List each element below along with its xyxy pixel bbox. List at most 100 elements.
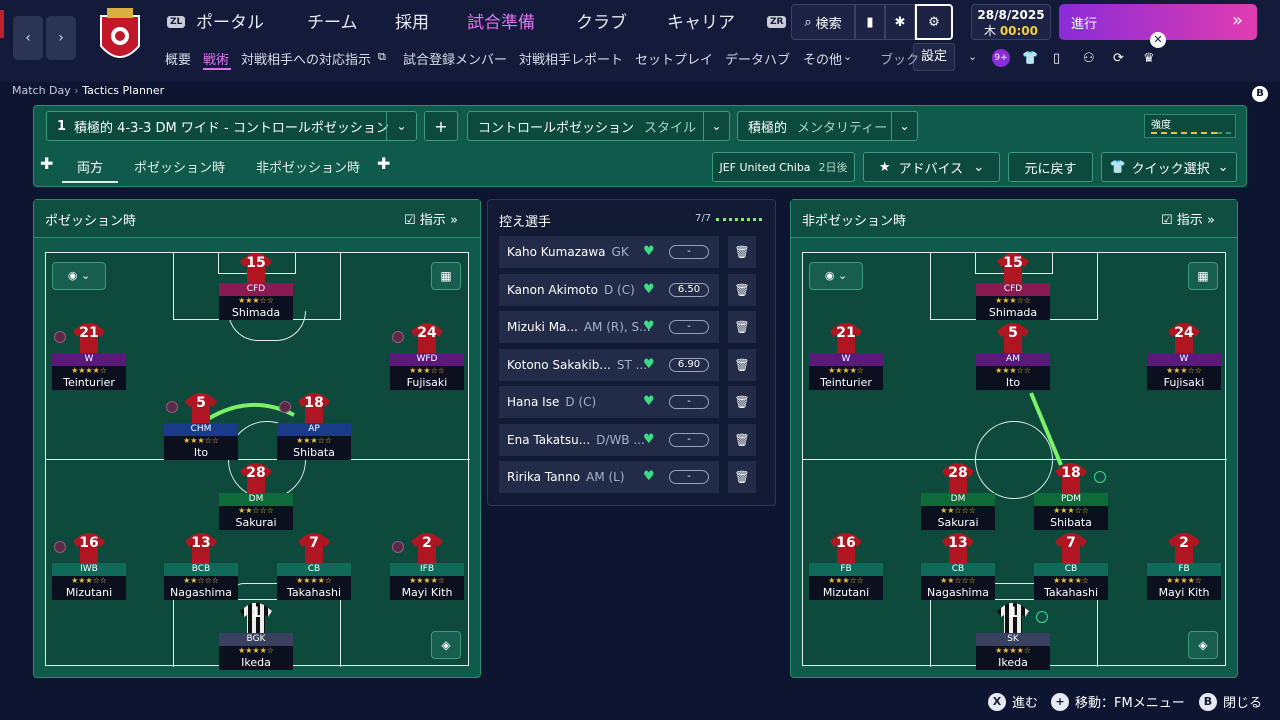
player-card[interactable]: 15 CFD ★★★☆☆ Shimada <box>219 253 293 329</box>
player-card[interactable]: 24 W ★★★☆☆ Fujisaki <box>1147 323 1221 399</box>
bug-button[interactable]: ✱ <box>885 4 915 40</box>
subnav-overview[interactable]: 概要 <box>165 49 191 68</box>
back-button[interactable]: ‹ <box>13 16 43 60</box>
remove-sub-button[interactable]: 🗑 <box>728 348 756 381</box>
trophy-icon[interactable]: ♛ <box>1143 51 1155 66</box>
sub-row[interactable]: Kanon Akimoto D (C) ♥ 6.50 <box>499 273 719 306</box>
settings-button[interactable]: ⚙ <box>915 4 953 40</box>
trash-icon: 🗑 <box>734 432 750 447</box>
subnav-opposition-instructions[interactable]: 対戦相手への対応指示 <box>241 49 371 68</box>
sub-rating: - <box>669 320 709 334</box>
player-name: Ikeda <box>976 656 1050 670</box>
tab-out-of-possession[interactable]: 非ポゼッション時 <box>256 157 360 176</box>
instructions-button[interactable]: ☑ 指示 » <box>404 209 458 228</box>
instructions-button[interactable]: ☑ 指示 » <box>1161 209 1215 228</box>
player-card[interactable]: 24 WFD ★★★☆☆ Fujisaki <box>390 323 464 399</box>
plus-icon: + <box>434 116 448 136</box>
notification-badge[interactable]: 9+ <box>992 49 1010 67</box>
player-stars: ★★★☆☆ <box>52 576 126 586</box>
sub-row[interactable]: Kotono Sakakib... ST ... ♥ 6.90 <box>499 348 719 381</box>
sub-position: GK <box>611 245 629 259</box>
sub-row[interactable]: Kaho Kumazawa GK ♥ - <box>499 236 719 268</box>
player-stars: ★★☆☆☆ <box>164 576 238 586</box>
player-number: 15 <box>246 255 266 271</box>
player-card[interactable]: 1 BGK ★★★★☆ Ikeda <box>219 603 293 679</box>
advice-button[interactable]: ★ アドバイス ⌄ <box>863 152 1000 182</box>
footer-move[interactable]: + 移動：FMメニュー <box>1051 692 1185 711</box>
player-card[interactable]: 21 W ★★★★☆ Teinturier <box>52 323 126 399</box>
player-card[interactable]: 13 CB ★★☆☆☆ Nagashima <box>921 533 995 609</box>
subnav-set-pieces[interactable]: セットプレイ <box>635 49 713 68</box>
player-card[interactable]: 28 DM ★★☆☆☆ Sakurai <box>219 463 293 539</box>
shirt-icon[interactable]: 👕 <box>1022 51 1038 66</box>
subnav-more[interactable]: その他 <box>803 49 842 68</box>
mentality-selector[interactable]: 積極的 メンタリティー ⌄ <box>737 111 918 141</box>
forward-button[interactable]: › <box>46 16 76 60</box>
people-icon[interactable]: ⚇ <box>1083 51 1095 66</box>
player-stars: ★★★★☆ <box>277 576 351 586</box>
player-card[interactable]: 16 IWB ★★★☆☆ Mizutani <box>52 533 126 609</box>
player-card[interactable]: 18 AP ★★★☆☆ Shibata <box>277 393 351 469</box>
phone-icon[interactable]: ▯ <box>1053 51 1060 66</box>
zr-button-icon: ZR <box>767 16 787 28</box>
player-number: 16 <box>836 535 856 551</box>
player-card[interactable]: 16 FB ★★★☆☆ Mizutani <box>809 533 883 609</box>
nav-team[interactable]: チーム <box>307 8 358 33</box>
remove-sub-button[interactable]: 🗑 <box>728 236 756 268</box>
remove-sub-button[interactable]: 🗑 <box>728 386 756 418</box>
remove-sub-button[interactable]: 🗑 <box>728 273 756 306</box>
nav-career[interactable]: キャリア <box>667 8 735 33</box>
subnav-data-hub[interactable]: データハブ <box>725 49 790 68</box>
refresh-icon[interactable]: ⟳ <box>1113 51 1124 66</box>
remove-sub-button[interactable]: 🗑 <box>728 311 756 343</box>
player-status-icon <box>54 331 66 343</box>
tab-both[interactable]: 両方 <box>77 157 103 176</box>
subnav-opposition-report[interactable]: 対戦相手レポート <box>519 49 623 68</box>
sub-row[interactable]: Ena Takatsu... D/WB ... ♥ - <box>499 423 719 456</box>
remove-sub-button[interactable]: 🗑 <box>728 461 756 493</box>
player-card[interactable]: 1 SK ★★★★☆ Ikeda <box>976 603 1050 679</box>
player-card[interactable]: 7 CB ★★★★☆ Takahashi <box>1034 533 1108 609</box>
bookmark-button[interactable]: ▮ <box>855 4 885 40</box>
search-button[interactable]: ⌕ 検索 <box>791 4 855 40</box>
remove-sub-button[interactable]: 🗑 <box>728 423 756 456</box>
player-card[interactable]: 2 FB ★★★★☆ Mayi Kith <box>1147 533 1221 609</box>
player-card[interactable]: 5 AM ★★★☆☆ Ito <box>976 323 1050 399</box>
player-card[interactable]: 2 IFB ★★★★☆ Mayi Kith <box>390 533 464 609</box>
star-icon: ★ <box>878 159 891 175</box>
style-selector[interactable]: コントロールポゼッション スタイル ⌄ <box>467 111 730 141</box>
date-display[interactable]: 28/8/2025 木 00:00 <box>971 4 1051 40</box>
nav-club[interactable]: クラブ <box>576 8 627 33</box>
player-status-icon <box>279 401 291 413</box>
add-tactic-button[interactable]: + <box>424 111 458 141</box>
player-card[interactable]: 21 W ★★★★☆ Teinturier <box>809 323 883 399</box>
footer-close[interactable]: B 閉じる <box>1199 692 1262 711</box>
sub-row[interactable]: Ririka Tanno AM (L) ♥ - <box>499 461 719 493</box>
subs-count-dots <box>716 218 762 221</box>
tab-in-possession[interactable]: ポゼッション時 <box>134 157 225 176</box>
panel-title: ポゼッション時 <box>45 214 137 229</box>
panel-title: 非ポゼッション時 <box>802 214 907 229</box>
sub-row[interactable]: Mizuki Ma... AM (R), S... ♥ - <box>499 311 719 343</box>
player-card[interactable]: 13 BCB ★★☆☆☆ Nagashima <box>164 533 238 609</box>
player-card[interactable]: 28 DM ★★☆☆☆ Sakurai <box>921 463 995 539</box>
nav-portal[interactable]: ポータル <box>196 8 264 33</box>
subnav-tactics[interactable]: 戦術 <box>203 49 229 68</box>
footer-advance[interactable]: X 進む <box>988 692 1038 711</box>
player-card[interactable]: 18 PDM ★★★☆☆ Shibata <box>1034 463 1108 539</box>
player-card[interactable]: 15 CFD ★★★☆☆ Shimada <box>976 253 1050 329</box>
sub-name: Kotono Sakakib... <box>507 357 611 372</box>
subnav-squad-selection[interactable]: 試合登録メンバー <box>403 49 507 68</box>
revert-button[interactable]: 元に戻す <box>1008 152 1093 182</box>
tactic-selector[interactable]: 1 積極的 4-3-3 DM ワイド - コントロールポゼッション ⌄ <box>46 111 417 141</box>
subnav-bookmark[interactable]: ブック <box>880 49 919 68</box>
nav-scouting[interactable]: 採用 <box>395 8 429 33</box>
player-card[interactable]: 7 CB ★★★★☆ Takahashi <box>277 533 351 609</box>
next-opponent[interactable]: JEF United Chiba 2日後 <box>712 152 855 182</box>
sub-rating: - <box>669 432 709 447</box>
player-card[interactable]: 5 CHM ★★★☆☆ Ito <box>164 393 238 469</box>
sub-row[interactable]: Hana Ise D (C) ♥ - <box>499 386 719 418</box>
nav-match-prep[interactable]: 試合準備 <box>467 8 535 33</box>
quick-pick-button[interactable]: 👕 クイック選択 ⌄ <box>1101 152 1237 182</box>
heart-icon: ♥ <box>643 469 655 484</box>
